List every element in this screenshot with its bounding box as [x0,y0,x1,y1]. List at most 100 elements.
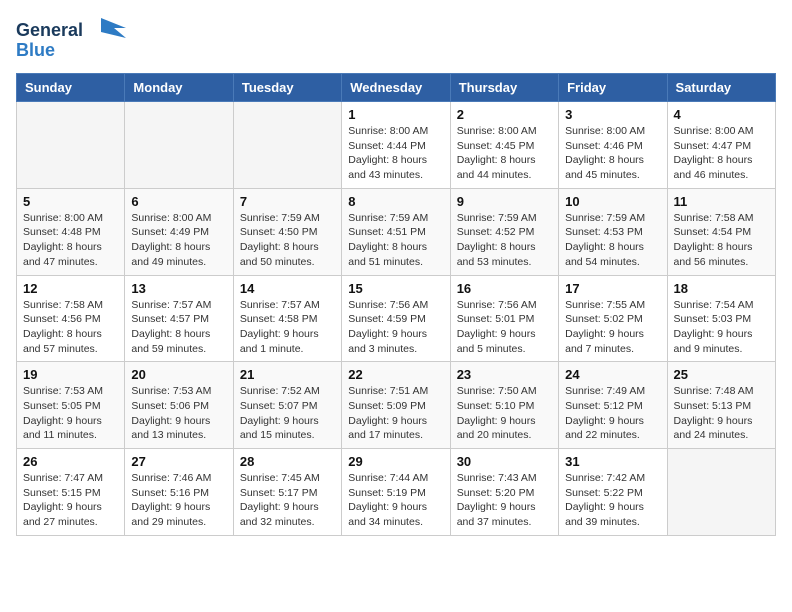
calendar-cell: 29 Sunrise: 7:44 AMSunset: 5:19 PMDayligh… [342,449,450,536]
calendar-cell: 20 Sunrise: 7:53 AMSunset: 5:06 PMDayligh… [125,362,233,449]
cell-info: Sunrise: 7:57 AMSunset: 4:58 PMDaylight:… [240,298,335,357]
cell-info: Sunrise: 7:45 AMSunset: 5:17 PMDaylight:… [240,471,335,530]
calendar-cell: 4Sunrise: 8:00 AMSunset: 4:47 PMDaylight… [667,102,775,189]
calendar-cell: 17 Sunrise: 7:55 AMSunset: 5:02 PMDayligh… [559,275,667,362]
calendar-cell: 15 Sunrise: 7:56 AMSunset: 4:59 PMDayligh… [342,275,450,362]
cell-info: Sunrise: 8:00 AMSunset: 4:44 PMDaylight:… [348,124,443,183]
day-number: 30 [457,454,552,469]
cell-info: Sunrise: 7:44 AMSunset: 5:19 PMDaylight:… [348,471,443,530]
calendar-cell: 22Sunrise: 7:51 AMSunset: 5:09 PMDayligh… [342,362,450,449]
day-number: 24 [565,367,660,382]
cell-info: Sunrise: 7:48 AMSunset: 5:13 PMDaylight:… [674,384,769,443]
day-number: 8 [348,194,443,209]
calendar-cell: 10 Sunrise: 7:59 AMSunset: 4:53 PMDayligh… [559,188,667,275]
weekday-header-monday: Monday [125,74,233,102]
day-number: 14 [240,281,335,296]
weekday-header-friday: Friday [559,74,667,102]
calendar-cell: 24Sunrise: 7:49 AMSunset: 5:12 PMDayligh… [559,362,667,449]
day-number: 9 [457,194,552,209]
cell-info: Sunrise: 7:57 AMSunset: 4:57 PMDaylight:… [131,298,226,357]
calendar-week-row: 26 Sunrise: 7:47 AMSunset: 5:15 PMDayligh… [17,449,776,536]
calendar-cell: 7Sunrise: 7:59 AMSunset: 4:50 PMDaylight… [233,188,341,275]
logo: GeneralBlue [16,16,126,61]
calendar-week-row: 19 Sunrise: 7:53 AMSunset: 5:05 PMDayligh… [17,362,776,449]
cell-info: Sunrise: 7:59 AMSunset: 4:53 PMDaylight:… [565,211,660,270]
day-number: 28 [240,454,335,469]
day-number: 15 [348,281,443,296]
cell-info: Sunrise: 7:54 AMSunset: 5:03 PMDaylight:… [674,298,769,357]
cell-info: Sunrise: 7:55 AMSunset: 5:02 PMDaylight:… [565,298,660,357]
day-number: 7 [240,194,335,209]
day-number: 29 [348,454,443,469]
day-number: 10 [565,194,660,209]
day-number: 5 [23,194,118,209]
cell-info: Sunrise: 7:53 AMSunset: 5:05 PMDaylight:… [23,384,118,443]
calendar-cell: 5 Sunrise: 8:00 AMSunset: 4:48 PMDaylight… [17,188,125,275]
day-number: 13 [131,281,226,296]
day-number: 16 [457,281,552,296]
cell-info: Sunrise: 7:56 AMSunset: 4:59 PMDaylight:… [348,298,443,357]
calendar-cell: 3Sunrise: 8:00 AMSunset: 4:46 PMDaylight… [559,102,667,189]
calendar-table: SundayMondayTuesdayWednesdayThursdayFrid… [16,73,776,536]
cell-info: Sunrise: 7:42 AMSunset: 5:22 PMDaylight:… [565,471,660,530]
calendar-cell: 26 Sunrise: 7:47 AMSunset: 5:15 PMDayligh… [17,449,125,536]
calendar-cell: 1 Sunrise: 8:00 AMSunset: 4:44 PMDaylight… [342,102,450,189]
calendar-cell: 31 Sunrise: 7:42 AMSunset: 5:22 PMDayligh… [559,449,667,536]
calendar-cell [125,102,233,189]
calendar-cell: 8 Sunrise: 7:59 AMSunset: 4:51 PMDaylight… [342,188,450,275]
calendar-cell: 6 Sunrise: 8:00 AMSunset: 4:49 PMDaylight… [125,188,233,275]
calendar-cell: 16 Sunrise: 7:56 AMSunset: 5:01 PMDayligh… [450,275,558,362]
cell-info: Sunrise: 8:00 AMSunset: 4:49 PMDaylight:… [131,211,226,270]
cell-info: Sunrise: 7:59 AMSunset: 4:51 PMDaylight:… [348,211,443,270]
calendar-cell [233,102,341,189]
calendar-cell: 19 Sunrise: 7:53 AMSunset: 5:05 PMDayligh… [17,362,125,449]
day-number: 19 [23,367,118,382]
day-number: 4 [674,107,769,122]
weekday-header-wednesday: Wednesday [342,74,450,102]
cell-info: Sunrise: 8:00 AMSunset: 4:48 PMDaylight:… [23,211,118,270]
page-header: GeneralBlue [16,16,776,61]
calendar-cell: 13 Sunrise: 7:57 AMSunset: 4:57 PMDayligh… [125,275,233,362]
cell-info: Sunrise: 7:50 AMSunset: 5:10 PMDaylight:… [457,384,552,443]
day-number: 17 [565,281,660,296]
cell-info: Sunrise: 7:56 AMSunset: 5:01 PMDaylight:… [457,298,552,357]
day-number: 31 [565,454,660,469]
day-number: 11 [674,194,769,209]
day-number: 22 [348,367,443,382]
day-number: 25 [674,367,769,382]
weekday-header-thursday: Thursday [450,74,558,102]
cell-info: Sunrise: 7:58 AMSunset: 4:54 PMDaylight:… [674,211,769,270]
day-number: 21 [240,367,335,382]
cell-info: Sunrise: 7:58 AMSunset: 4:56 PMDaylight:… [23,298,118,357]
calendar-cell: 30 Sunrise: 7:43 AMSunset: 5:20 PMDayligh… [450,449,558,536]
weekday-header-tuesday: Tuesday [233,74,341,102]
day-number: 1 [348,107,443,122]
cell-info: Sunrise: 7:46 AMSunset: 5:16 PMDaylight:… [131,471,226,530]
calendar-cell: 11 Sunrise: 7:58 AMSunset: 4:54 PMDayligh… [667,188,775,275]
day-number: 6 [131,194,226,209]
calendar-week-row: 5 Sunrise: 8:00 AMSunset: 4:48 PMDaylight… [17,188,776,275]
calendar-week-row: 12 Sunrise: 7:58 AMSunset: 4:56 PMDayligh… [17,275,776,362]
day-number: 12 [23,281,118,296]
calendar-cell: 25 Sunrise: 7:48 AMSunset: 5:13 PMDayligh… [667,362,775,449]
weekday-header-sunday: Sunday [17,74,125,102]
cell-info: Sunrise: 7:53 AMSunset: 5:06 PMDaylight:… [131,384,226,443]
calendar-cell [667,449,775,536]
calendar-cell: 18Sunrise: 7:54 AMSunset: 5:03 PMDayligh… [667,275,775,362]
cell-info: Sunrise: 8:00 AMSunset: 4:46 PMDaylight:… [565,124,660,183]
calendar-week-row: 1 Sunrise: 8:00 AMSunset: 4:44 PMDaylight… [17,102,776,189]
cell-info: Sunrise: 8:00 AMSunset: 4:45 PMDaylight:… [457,124,552,183]
cell-info: Sunrise: 7:43 AMSunset: 5:20 PMDaylight:… [457,471,552,530]
weekday-header-saturday: Saturday [667,74,775,102]
cell-info: Sunrise: 7:52 AMSunset: 5:07 PMDaylight:… [240,384,335,443]
day-number: 2 [457,107,552,122]
calendar-cell: 9 Sunrise: 7:59 AMSunset: 4:52 PMDaylight… [450,188,558,275]
calendar-cell [17,102,125,189]
day-number: 27 [131,454,226,469]
calendar-cell: 28 Sunrise: 7:45 AMSunset: 5:17 PMDayligh… [233,449,341,536]
calendar-cell: 23Sunrise: 7:50 AMSunset: 5:10 PMDayligh… [450,362,558,449]
day-number: 26 [23,454,118,469]
day-number: 20 [131,367,226,382]
cell-info: Sunrise: 7:59 AMSunset: 4:52 PMDaylight:… [457,211,552,270]
cell-info: Sunrise: 7:47 AMSunset: 5:15 PMDaylight:… [23,471,118,530]
